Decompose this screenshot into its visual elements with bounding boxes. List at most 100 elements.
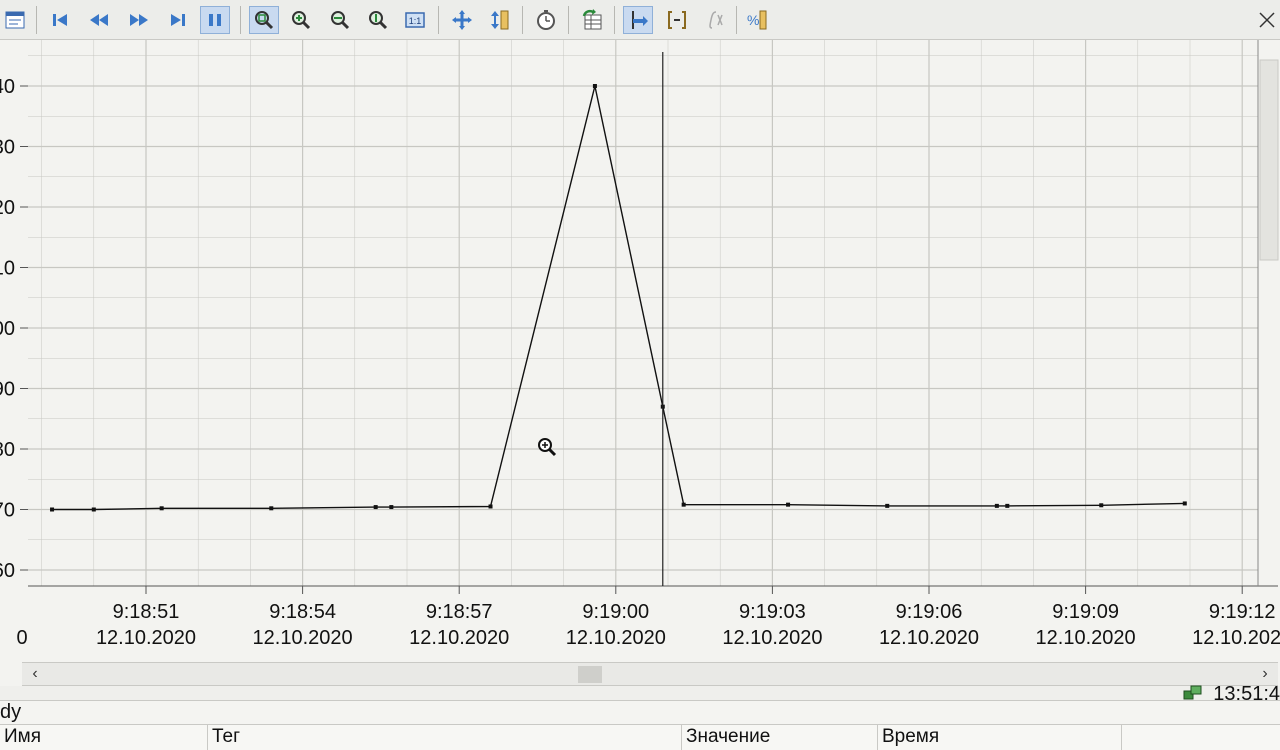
skip-last-icon: [171, 14, 185, 26]
x-tick-date: 12.10.2020: [253, 627, 353, 649]
table-refresh-icon: [582, 9, 602, 30]
data-point[interactable]: [885, 503, 890, 508]
go-last-button[interactable]: [163, 6, 193, 34]
x-tick-date: 12.10.2020: [409, 627, 509, 649]
time-period-button[interactable]: [531, 6, 561, 34]
trend-chart[interactable]: 50403020100090807060 9:18:5112.10.20209:…: [0, 40, 1280, 660]
data-point[interactable]: [389, 505, 394, 510]
y-tick-label: 80: [0, 439, 15, 461]
legend-icon: [5, 11, 25, 29]
x-tick-time: 9:19:06: [896, 601, 963, 623]
svg-text:1:1: 1:1: [409, 16, 422, 26]
data-point[interactable]: [1182, 501, 1187, 506]
x-tick-time: 9:18:57: [426, 601, 493, 623]
data-point[interactable]: [91, 507, 96, 512]
table-header: Имя Тег Значение Время: [0, 724, 1280, 750]
data-point[interactable]: [994, 503, 999, 508]
data-point[interactable]: [269, 506, 274, 511]
x-tick-date: 12.10.2020: [722, 627, 822, 649]
fast-forward-icon: [130, 14, 148, 26]
y-tick-label: 20: [0, 197, 15, 219]
close-icon: [1259, 12, 1275, 28]
pause-button[interactable]: [200, 6, 230, 34]
zoom-vertical-button[interactable]: [363, 6, 393, 34]
percent-ruler-icon: %: [747, 10, 767, 30]
pan-button[interactable]: [447, 6, 477, 34]
data-point[interactable]: [786, 502, 791, 507]
column-header-time[interactable]: Время: [878, 725, 1122, 750]
vertical-scale-button[interactable]: [485, 6, 515, 34]
cursor-mode-button[interactable]: [623, 6, 653, 34]
zoom-area-icon: [255, 11, 274, 30]
scroll-right-arrow-icon[interactable]: ›: [1256, 665, 1274, 683]
x-tick-date: 12.10.2020: [1036, 627, 1136, 649]
data-point[interactable]: [373, 505, 378, 510]
zoom-horizontal-icon: [331, 11, 350, 30]
y-tick-label: 30: [0, 137, 15, 159]
step-forward-button[interactable]: [124, 6, 154, 34]
data-point[interactable]: [50, 507, 55, 512]
range-cursor-button[interactable]: [662, 6, 692, 34]
step-back-button[interactable]: [84, 6, 114, 34]
y-tick-label: 70: [0, 500, 15, 522]
window-close-button[interactable]: [1252, 6, 1280, 34]
data-point[interactable]: [681, 502, 686, 507]
status-bar: [0, 686, 1280, 700]
integral-icon: [709, 11, 723, 29]
rewind-icon: [90, 14, 108, 26]
x-tick-date: 12.10.2020: [1192, 627, 1280, 649]
function-button[interactable]: [699, 6, 729, 34]
column-header-name[interactable]: Имя: [0, 725, 208, 750]
zoom-horizontal-button[interactable]: [325, 6, 355, 34]
x-tick-time: 9:19:12: [1209, 601, 1276, 623]
y-tick-label: 10: [0, 258, 15, 280]
move-arrows-icon: [452, 10, 472, 30]
data-point[interactable]: [1099, 503, 1104, 508]
x-tick-partial-label: 0: [16, 627, 27, 649]
panel-title: dy: [0, 700, 1280, 724]
x-tick-time: 9:19:09: [1052, 601, 1119, 623]
column-header-empty: [1122, 725, 1280, 750]
x-tick-date: 12.10.2020: [566, 627, 666, 649]
legend-toggle-button[interactable]: [0, 6, 30, 34]
skip-first-icon: [53, 14, 67, 26]
trend-viewer-window: 1:1 % 0 0 0 0 0 0 0 0 0 9:18:51 12.10.20…: [0, 0, 1280, 750]
svg-text:%: %: [747, 12, 759, 28]
ruler-cursor-icon: [632, 11, 648, 29]
vertical-scrollbar[interactable]: [1259, 59, 1279, 261]
zoom-reset-button[interactable]: 1:1: [400, 6, 430, 34]
column-header-value[interactable]: Значение: [682, 725, 878, 750]
x-tick-time: 9:18:54: [269, 601, 336, 623]
data-point[interactable]: [159, 506, 164, 511]
data-point[interactable]: [1005, 503, 1010, 508]
zoom-rect-button[interactable]: [249, 6, 279, 34]
x-tick-date: 12.10.2020: [96, 627, 196, 649]
horizontal-scrollbar[interactable]: ‹ ›: [22, 662, 1278, 686]
stopwatch-icon: [537, 10, 555, 30]
zoom-one-to-one-icon: 1:1: [405, 12, 425, 28]
refresh-data-button[interactable]: [577, 6, 607, 34]
go-first-button[interactable]: [45, 6, 75, 34]
vertical-ruler-icon: [491, 10, 509, 30]
toolbar: 1:1 %: [0, 0, 1280, 40]
y-tick-label: 90: [0, 379, 15, 401]
y-tick-label: 40: [0, 76, 15, 98]
network-status-icon: [1183, 685, 1202, 700]
x-tick-date: 12.10.2020: [879, 627, 979, 649]
scroll-left-arrow-icon[interactable]: ‹: [26, 665, 44, 683]
scrollbar-thumb[interactable]: [578, 666, 602, 683]
zoom-in-icon: [292, 11, 311, 30]
pause-icon: [209, 14, 221, 26]
data-point[interactable]: [488, 504, 493, 509]
column-header-tag[interactable]: Тег: [208, 725, 682, 750]
percent-scale-button[interactable]: %: [742, 6, 772, 34]
x-tick-time: 9:19:00: [582, 601, 649, 623]
zoom-in-button[interactable]: [286, 6, 316, 34]
y-tick-label: 60: [0, 560, 15, 582]
x-tick-time: 9:19:03: [739, 601, 806, 623]
x-tick-time: 9:18:51: [113, 601, 180, 623]
bracket-range-icon: [668, 11, 686, 29]
zoom-vertical-icon: [369, 11, 388, 30]
trend-plot[interactable]: 50403020100090807060 9:18:5112.10.20209:…: [0, 40, 1280, 660]
data-point[interactable]: [592, 84, 597, 88]
